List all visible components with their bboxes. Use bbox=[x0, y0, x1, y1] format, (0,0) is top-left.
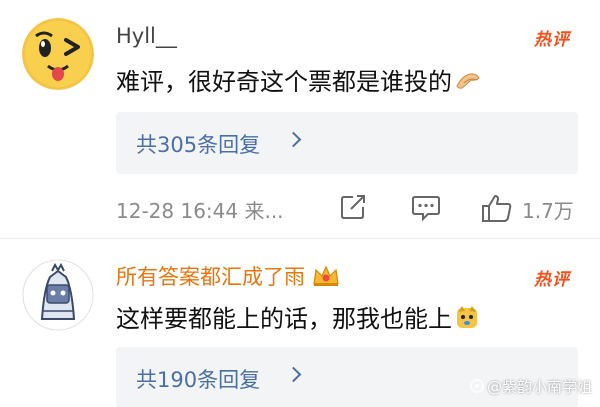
thumbs-up-icon[interactable] bbox=[481, 193, 513, 227]
watermark-icon bbox=[470, 378, 484, 397]
comment-meta: 12-28 16:44 来... bbox=[116, 195, 284, 224]
chevron-right-icon bbox=[285, 131, 302, 148]
hot-comment-badge: 热评 bbox=[534, 270, 570, 290]
comment-text: 这样要都能上的话，那我也能上 bbox=[116, 299, 480, 336]
comment-text-content: 这样要都能上的话，那我也能上 bbox=[116, 305, 452, 333]
comment-text-content: 难评，很好奇这个票都是谁投的 bbox=[116, 68, 452, 96]
clapping-hands-icon bbox=[454, 68, 482, 98]
like-count: 1.7万 bbox=[522, 199, 574, 223]
avatar[interactable] bbox=[22, 18, 94, 90]
comment-icon[interactable] bbox=[411, 193, 441, 225]
timestamp: 12-28 16:44 bbox=[116, 199, 239, 223]
replies-count-label: 共305条回复 bbox=[136, 133, 261, 157]
avatar[interactable] bbox=[22, 259, 94, 331]
replies-count-label: 共190条回复 bbox=[136, 368, 261, 392]
winking-face-avatar-icon bbox=[22, 18, 94, 90]
watermark-text: @紫韵小南学姐 bbox=[486, 378, 592, 396]
chevron-right-icon bbox=[285, 366, 302, 383]
view-replies-button[interactable]: 共305条回复 bbox=[116, 112, 578, 174]
cartoon-character-avatar-icon bbox=[22, 259, 94, 331]
crown-icon bbox=[311, 264, 341, 293]
source-label: 来... bbox=[244, 199, 284, 223]
watermark: @紫韵小南学姐 bbox=[470, 376, 592, 397]
hot-comment-badge: 热评 bbox=[534, 30, 570, 50]
comment-item: Hyll__ 热评 难评，很好奇这个票都是谁投的 共305条回复 12-28 1… bbox=[0, 0, 600, 238]
username-text: 所有答案都汇成了雨 bbox=[116, 265, 305, 289]
comment-text: 难评，很好奇这个票都是谁投的 bbox=[116, 62, 482, 98]
share-icon[interactable] bbox=[339, 193, 367, 225]
doge-emoji-icon bbox=[454, 304, 480, 336]
username[interactable]: 所有答案都汇成了雨 bbox=[116, 261, 341, 293]
username[interactable]: Hyll__ bbox=[116, 24, 177, 48]
